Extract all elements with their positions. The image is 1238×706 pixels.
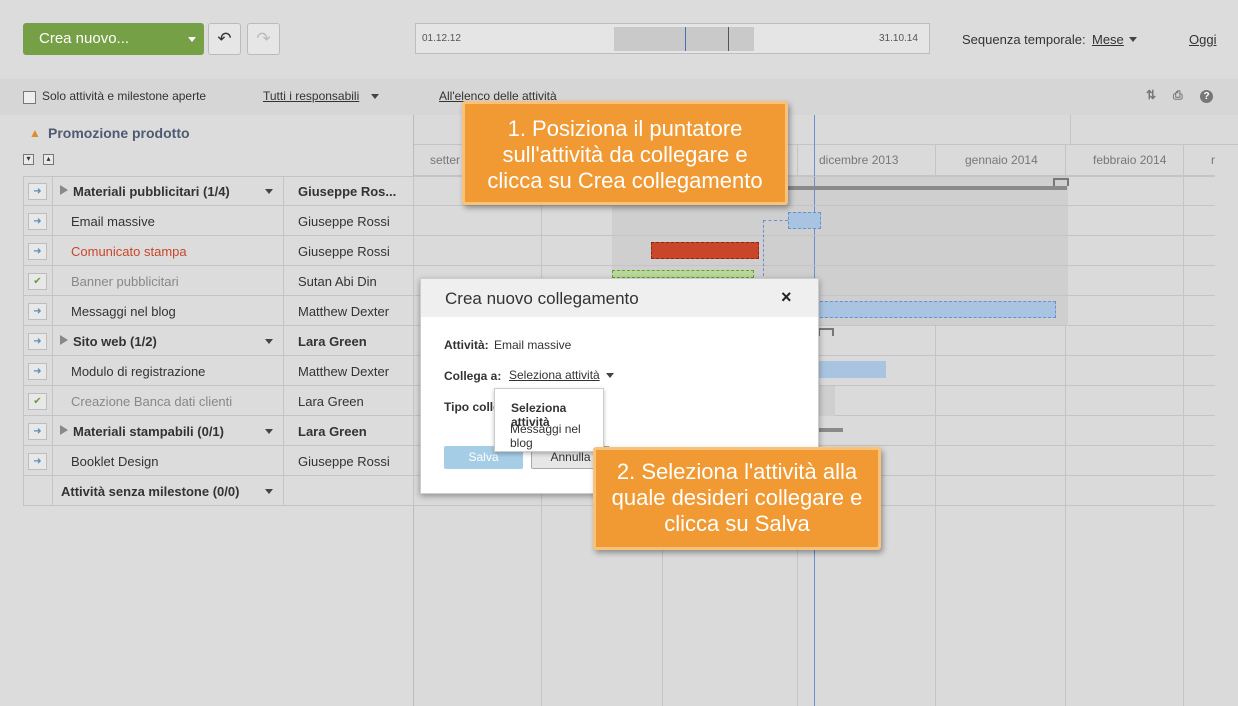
- arrow-right-icon[interactable]: ➜: [28, 243, 47, 260]
- task-bar-comunicato-stampa[interactable]: [651, 242, 759, 259]
- task-responsible: Lara Green: [298, 394, 364, 409]
- task-name: Attività senza milestone (0/0): [61, 484, 240, 499]
- expand-all-icon[interactable]: ▴: [43, 154, 54, 165]
- undo-button[interactable]: ↶: [208, 23, 241, 55]
- arrow-right-icon[interactable]: ➜: [28, 423, 47, 440]
- task-responsible: Matthew Dexter: [298, 364, 390, 379]
- task-name: Creazione Banca dati clienti: [71, 394, 233, 409]
- timeline-today-marker: [685, 27, 686, 51]
- task-bar-modulo-registrazione[interactable]: [818, 361, 886, 378]
- responsible-filter[interactable]: Tutti i responsabili: [263, 89, 359, 103]
- task-name: Comunicato stampa: [71, 244, 187, 259]
- task-responsible: Giuseppe Rossi: [298, 454, 390, 469]
- open-only-checkbox[interactable]: [23, 91, 36, 104]
- timeline-scroller[interactable]: 01.12.12 31.10.14: [415, 23, 930, 54]
- link-connector: [763, 220, 788, 221]
- milestone-end-icon: [818, 328, 834, 336]
- gantt-shaded-region: [818, 386, 835, 416]
- task-name: Email massive: [71, 214, 155, 229]
- milestone-flag-icon: [60, 335, 68, 345]
- redo-icon: ↷: [256, 29, 271, 48]
- table-row[interactable]: ➜ Comunicato stampa Giuseppe Rossi: [23, 236, 1215, 266]
- timeline-end: 31.10.14: [879, 33, 918, 44]
- task-responsible: Lara Green: [298, 334, 367, 349]
- chevron-down-icon[interactable]: [265, 339, 273, 344]
- month-label: dicembre 2013: [819, 153, 899, 167]
- help-icon[interactable]: ?: [1200, 90, 1213, 103]
- task-responsible: Giuseppe Rossi: [298, 214, 390, 229]
- create-new-button[interactable]: Crea nuovo...: [23, 23, 204, 55]
- close-icon[interactable]: ×: [781, 287, 792, 308]
- table-row[interactable]: ➜ Email massive Giuseppe Rossi: [23, 206, 1215, 236]
- tutorial-callout-2: 2. Seleziona l'attività alla quale desid…: [593, 447, 881, 550]
- dropdown-option[interactable]: Messaggi nel blog: [510, 422, 603, 450]
- chevron-down-icon[interactable]: [265, 489, 273, 494]
- timeline-range-handle[interactable]: [614, 27, 754, 51]
- task-name: Modulo di registrazione: [71, 364, 206, 379]
- sync-icon[interactable]: ⇅: [1146, 88, 1156, 102]
- today-link[interactable]: Oggi: [1189, 32, 1216, 47]
- chevron-down-icon[interactable]: [265, 429, 273, 434]
- timeline-start: 01.12.12: [422, 33, 461, 44]
- sequence-select[interactable]: Mese: [1092, 32, 1124, 47]
- task-responsible: Giuseppe Rossi: [298, 244, 390, 259]
- milestone-end-icon: [1053, 178, 1069, 186]
- collapse-all-icon[interactable]: ▾: [23, 154, 34, 165]
- arrow-right-icon[interactable]: ➜: [28, 183, 47, 200]
- month-label: febbraio 2014: [1093, 153, 1167, 167]
- task-select-dropdown: Seleziona attività Messaggi nel blog: [494, 388, 604, 452]
- task-bar-messaggi-blog[interactable]: [815, 301, 1056, 318]
- task-bar-banner[interactable]: [612, 270, 754, 278]
- month-label: gennaio 2014: [965, 153, 1038, 167]
- arrow-right-icon[interactable]: ➜: [28, 453, 47, 470]
- open-only-label: Solo attività e milestone aperte: [42, 89, 207, 103]
- print-icon[interactable]: ⎙: [1173, 88, 1183, 103]
- task-name: Banner pubblicitari: [71, 274, 179, 289]
- task-responsible: Giuseppe Ros...: [298, 184, 397, 199]
- tutorial-callout-1: 1. Posiziona il puntatore sull'attività …: [462, 101, 788, 205]
- undo-icon: ↶: [217, 29, 232, 48]
- task-field-label: Attività:: [444, 338, 489, 352]
- arrow-right-icon[interactable]: ➜: [28, 333, 47, 350]
- task-name: Messaggi nel blog: [71, 304, 176, 319]
- gantt-year-divider: [1070, 115, 1071, 145]
- task-responsible: Matthew Dexter: [298, 304, 390, 319]
- group-bar-materiali-stampabili[interactable]: [818, 428, 843, 432]
- task-responsible: Lara Green: [298, 424, 367, 439]
- create-new-label: Crea nuovo...: [39, 30, 130, 47]
- chevron-down-icon: [1129, 37, 1137, 42]
- redo-button[interactable]: ↷: [247, 23, 280, 55]
- sequence-label: Sequenza temporale:: [962, 32, 1086, 47]
- task-name: Materiali stampabili (0/1): [73, 424, 224, 439]
- month-label: r: [1211, 153, 1215, 167]
- table-left-border: [23, 176, 24, 506]
- project-icon: ▲: [29, 126, 41, 140]
- chevron-down-icon[interactable]: [265, 189, 273, 194]
- task-name: Sito web (1/2): [73, 334, 157, 349]
- task-name: Booklet Design: [71, 454, 159, 469]
- task-field-value: Email massive: [494, 338, 572, 352]
- checkmark-icon[interactable]: ✔: [28, 273, 47, 290]
- link-connector: [763, 220, 764, 276]
- chevron-down-icon: [188, 37, 196, 42]
- dialog-title: Crea nuovo collegamento: [445, 289, 639, 308]
- arrow-right-icon[interactable]: ➜: [28, 303, 47, 320]
- timeline-range-edge[interactable]: [728, 27, 729, 51]
- milestone-flag-icon: [60, 425, 68, 435]
- chevron-down-icon: [606, 373, 614, 378]
- arrow-right-icon[interactable]: ➜: [28, 363, 47, 380]
- sequence-value: Mese: [1092, 32, 1124, 47]
- task-name: Materiali pubblicitari (1/4): [73, 184, 230, 199]
- arrow-right-icon[interactable]: ➜: [28, 213, 47, 230]
- month-label: setter: [430, 153, 461, 167]
- task-bar-email-massive[interactable]: [788, 212, 821, 229]
- link-type-label: Tipo colle: [444, 400, 500, 414]
- checkmark-icon[interactable]: ✔: [28, 393, 47, 410]
- project-title: Promozione prodotto: [48, 125, 190, 141]
- task-responsible: Sutan Abi Din: [298, 274, 377, 289]
- chevron-down-icon: [371, 94, 379, 99]
- milestone-flag-icon: [60, 185, 68, 195]
- link-to-label: Collega a:: [444, 369, 502, 383]
- link-to-select[interactable]: Seleziona attività: [509, 368, 600, 382]
